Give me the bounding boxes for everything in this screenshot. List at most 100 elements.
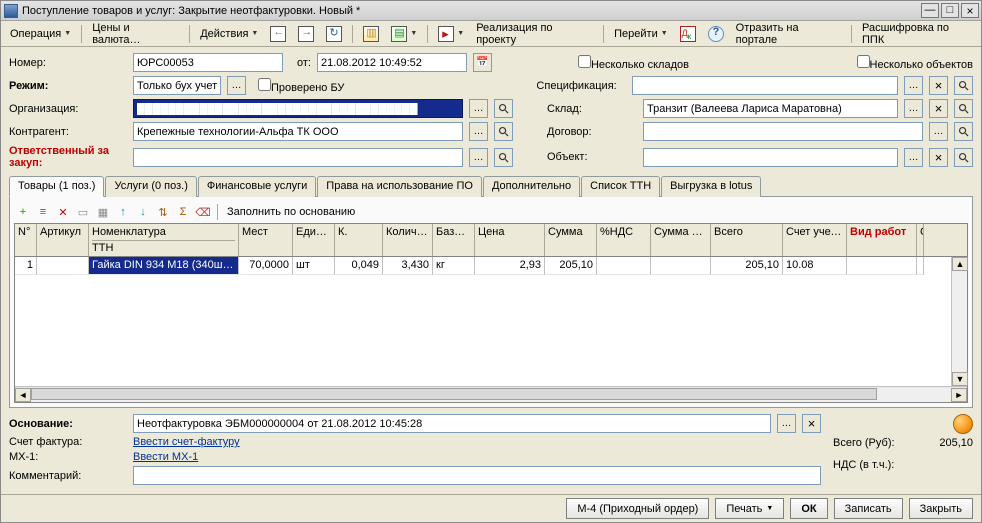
grid-add-icon[interactable] xyxy=(14,203,32,221)
checked-bu-chk[interactable]: Проверено БУ xyxy=(258,78,344,94)
col-sum[interactable]: Сумма xyxy=(545,224,597,256)
col-worktype[interactable]: Вид работ xyxy=(847,224,917,256)
col-vatsum[interactable]: Сумма НДС xyxy=(651,224,711,256)
print-button[interactable]: Печать▼ xyxy=(715,498,784,519)
portal-button[interactable]: Отразить на портале xyxy=(731,24,846,44)
contract-select-button[interactable] xyxy=(929,122,948,141)
spec-search-button[interactable] xyxy=(954,76,973,95)
dk-button[interactable] xyxy=(675,24,701,44)
col-baseunit[interactable]: Базо…един… xyxy=(433,224,475,256)
cell-unit[interactable]: шт xyxy=(293,257,335,275)
col-unit[interactable]: Един… xyxy=(293,224,335,256)
tab-userights[interactable]: Права на использование ПО xyxy=(317,176,482,197)
responsible-select-button[interactable] xyxy=(469,148,488,167)
comment-input[interactable] xyxy=(133,466,821,485)
basis-clear-button[interactable] xyxy=(802,414,821,433)
close-window-button[interactable]: × xyxy=(961,3,979,18)
grid-sort-icon[interactable] xyxy=(154,203,172,221)
responsible-search-button[interactable] xyxy=(494,148,513,167)
grid-hscroll[interactable]: ◄ ► xyxy=(15,386,967,402)
tab-ttnlist[interactable]: Список ТТН xyxy=(581,176,660,197)
object-select-button[interactable] xyxy=(904,148,923,167)
table-row[interactable]: 1 Гайка DIN 934 М18 (340шт… 70,0000 шт 0… xyxy=(15,257,951,275)
grid-moveup-icon[interactable] xyxy=(114,203,132,221)
ppk-button[interactable]: Расшифровка по ППК xyxy=(857,24,977,44)
cell-qty[interactable]: 3,430 xyxy=(383,257,433,275)
col-article[interactable]: Артикул xyxy=(37,224,89,256)
cell-baseunit[interactable]: кг xyxy=(433,257,475,275)
save-button[interactable]: Записать xyxy=(834,498,903,519)
spec-clear-button[interactable] xyxy=(929,76,948,95)
counterparty-select-button[interactable] xyxy=(469,122,488,141)
col-qty[interactable]: Колич… xyxy=(383,224,433,256)
close-button[interactable]: Закрыть xyxy=(909,498,973,519)
m4-button[interactable]: М-4 (Приходный ордер) xyxy=(566,498,709,519)
cell-n[interactable]: 1 xyxy=(15,257,37,275)
basis-input[interactable] xyxy=(133,414,771,433)
mode-select-button[interactable] xyxy=(227,76,246,95)
contract-input[interactable] xyxy=(643,122,923,141)
grid-edit-icon[interactable] xyxy=(34,203,52,221)
col-n[interactable]: N° xyxy=(15,224,37,256)
cell-k[interactable]: 0,049 xyxy=(335,257,383,275)
cell-total[interactable]: 205,10 xyxy=(711,257,783,275)
warehouse-clear-button[interactable] xyxy=(929,99,948,118)
minimize-button[interactable]: — xyxy=(921,3,939,18)
counterparty-search-button[interactable] xyxy=(494,122,513,141)
contract-search-button[interactable] xyxy=(954,122,973,141)
scroll-down-icon[interactable]: ▼ xyxy=(952,372,968,386)
scroll-up-icon[interactable]: ▲ xyxy=(952,257,968,271)
org-input[interactable] xyxy=(133,99,463,118)
col-total[interactable]: Всего xyxy=(711,224,783,256)
number-input[interactable] xyxy=(133,53,283,72)
col-k[interactable]: К. xyxy=(335,224,383,256)
play-btn[interactable]: ▼ xyxy=(433,24,469,44)
cell-places[interactable]: 70,0000 xyxy=(239,257,293,275)
mx1-link[interactable]: Ввести МХ-1 xyxy=(133,451,198,463)
grid-ico5[interactable] xyxy=(94,203,112,221)
grid-movedown-icon[interactable] xyxy=(134,203,152,221)
col-account[interactable]: Счет учета (БУ) xyxy=(783,224,847,256)
spec-input[interactable] xyxy=(632,76,898,95)
object-clear-button[interactable] xyxy=(929,148,948,167)
object-search-button[interactable] xyxy=(954,148,973,167)
cell-account[interactable]: 10.08 xyxy=(783,257,847,275)
refresh-button[interactable] xyxy=(321,24,347,44)
col-places[interactable]: Мест xyxy=(239,224,293,256)
org-select-button[interactable] xyxy=(469,99,488,118)
cell-vatpct[interactable] xyxy=(597,257,651,275)
maximize-button[interactable]: □ xyxy=(941,3,959,18)
realization-button[interactable]: Реализация по проекту xyxy=(471,24,598,44)
invoice-link[interactable]: Ввести счет-фактуру xyxy=(133,436,240,448)
cell-spec[interactable] xyxy=(917,257,924,275)
cell-nomen[interactable]: Гайка DIN 934 М18 (340шт… xyxy=(89,257,239,275)
grid-delete-icon[interactable] xyxy=(54,203,72,221)
tab-lotus[interactable]: Выгрузка в lotus xyxy=(661,176,761,197)
mode-input[interactable] xyxy=(133,76,221,95)
multi-objects-chk[interactable]: Несколько объектов xyxy=(857,55,974,71)
grid-ico4[interactable] xyxy=(74,203,92,221)
col-nomen[interactable]: НоменклатураТТН xyxy=(89,224,239,256)
object-input[interactable] xyxy=(643,148,898,167)
scroll-thumb[interactable] xyxy=(31,388,877,400)
scroll-right-icon[interactable]: ► xyxy=(951,388,967,402)
nav-back-button[interactable] xyxy=(265,24,291,44)
basis-select-button[interactable] xyxy=(777,414,796,433)
col-spec[interactable]: Спецификац xyxy=(917,224,924,256)
doc-btn-2[interactable]: ▼ xyxy=(386,24,422,44)
counterparty-input[interactable] xyxy=(133,122,463,141)
tab-finservices[interactable]: Финансовые услуги xyxy=(198,176,316,197)
spec-select-button[interactable] xyxy=(904,76,923,95)
prices-button[interactable]: Цены и валюта… xyxy=(87,24,184,44)
goto-menu[interactable]: Перейти▼ xyxy=(609,24,673,44)
cell-vatsum[interactable] xyxy=(651,257,711,275)
grid-clear-icon[interactable] xyxy=(194,203,212,221)
scroll-left-icon[interactable]: ◄ xyxy=(15,388,31,402)
help-button[interactable] xyxy=(703,24,729,44)
warehouse-select-button[interactable] xyxy=(904,99,923,118)
tab-services[interactable]: Услуги (0 поз.) xyxy=(105,176,196,197)
nav-fwd-button[interactable] xyxy=(293,24,319,44)
multi-warehouses-chk[interactable]: Несколько складов xyxy=(578,55,689,71)
cell-article[interactable] xyxy=(37,257,89,275)
tab-goods[interactable]: Товары (1 поз.) xyxy=(9,176,104,197)
